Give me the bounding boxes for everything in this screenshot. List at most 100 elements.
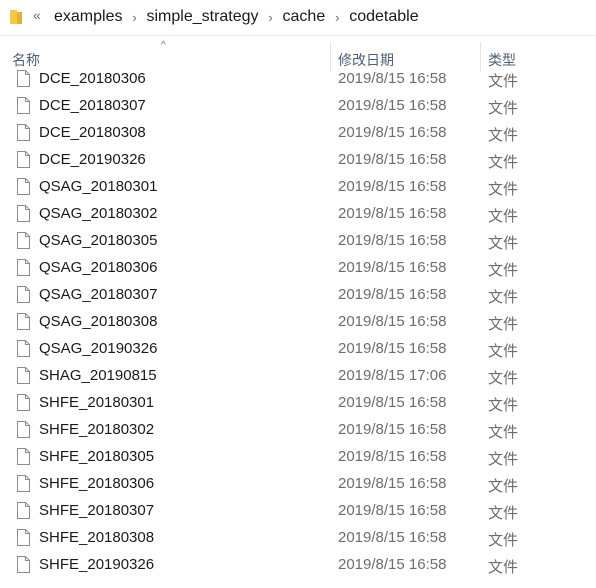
file-type: 文件	[488, 208, 519, 225]
list-item[interactable]: SHFE_20180302 2019/8/15 16:58 文件	[0, 417, 596, 444]
file-icon	[17, 286, 30, 303]
file-name: SHFE_20180308	[39, 529, 155, 546]
file-icon	[17, 340, 30, 357]
file-modified-date: 2019/8/15 16:58	[338, 259, 447, 276]
breadcrumb-item[interactable]: codetable	[347, 8, 420, 26]
list-item[interactable]: QSAG_20180305 2019/8/15 16:58 文件	[0, 228, 596, 255]
chevron-right-icon[interactable]: ›	[124, 10, 144, 25]
file-modified-date: 2019/8/15 16:58	[338, 313, 447, 330]
file-name: DCE_20180308	[39, 124, 146, 141]
file-name: DCE_20190326	[39, 151, 146, 168]
file-modified-date: 2019/8/15 16:58	[338, 97, 447, 114]
file-modified-date: 2019/8/15 16:58	[338, 475, 447, 492]
file-type: 文件	[488, 424, 519, 441]
list-item[interactable]: QSAG_20190326 2019/8/15 16:58 文件	[0, 336, 596, 363]
chevron-right-icon[interactable]: ›	[327, 10, 347, 25]
file-icon	[17, 205, 30, 222]
file-name: QSAG_20180302	[39, 205, 158, 222]
file-icon	[17, 259, 30, 276]
list-item[interactable]: DCE_20180308 2019/8/15 16:58 文件	[0, 120, 596, 147]
chevron-right-icon[interactable]: ›	[261, 10, 281, 25]
file-type: 文件	[488, 370, 519, 387]
file-name: SHAG_20190815	[39, 367, 157, 384]
breadcrumb-overflow-icon[interactable]: «	[33, 7, 41, 23]
list-item[interactable]: QSAG_20180301 2019/8/15 16:58 文件	[0, 174, 596, 201]
file-type: 文件	[488, 181, 519, 198]
list-item[interactable]: SHFE_20180306 2019/8/15 16:58 文件	[0, 471, 596, 498]
file-type: 文件	[488, 235, 519, 252]
list-item[interactable]: QSAG_20180302 2019/8/15 16:58 文件	[0, 201, 596, 228]
file-modified-date: 2019/8/15 16:58	[338, 394, 447, 411]
file-modified-date: 2019/8/15 16:58	[338, 124, 447, 141]
list-item[interactable]: QSAG_20180306 2019/8/15 16:58 文件	[0, 255, 596, 282]
file-modified-date: 2019/8/15 16:58	[338, 529, 447, 546]
breadcrumb-item[interactable]: examples	[52, 8, 124, 26]
file-modified-date: 2019/8/15 16:58	[338, 340, 447, 357]
file-type: 文件	[488, 127, 519, 144]
file-modified-date: 2019/8/15 16:58	[338, 421, 447, 438]
file-type: 文件	[488, 100, 519, 117]
file-icon	[17, 313, 30, 330]
file-name: SHFE_20180307	[39, 502, 155, 519]
file-name: SHFE_20180305	[39, 448, 155, 465]
file-name: QSAG_20180308	[39, 313, 158, 330]
file-modified-date: 2019/8/15 16:58	[338, 502, 447, 519]
file-name: SHFE_20190326	[39, 556, 155, 573]
file-name: DCE_20180307	[39, 97, 146, 114]
folder-icon	[10, 10, 22, 24]
file-name: SHFE_20180306	[39, 475, 155, 492]
file-type: 文件	[488, 154, 519, 171]
file-type: 文件	[488, 532, 519, 549]
file-name: QSAG_20180306	[39, 259, 158, 276]
list-item[interactable]: QSAG_20180307 2019/8/15 16:58 文件	[0, 282, 596, 309]
file-icon	[17, 529, 30, 546]
file-modified-date: 2019/8/15 16:58	[338, 556, 447, 573]
file-modified-date: 2019/8/15 16:58	[338, 448, 447, 465]
list-item[interactable]: SHFE_20180307 2019/8/15 16:58 文件	[0, 498, 596, 525]
file-type: 文件	[488, 451, 519, 468]
list-item[interactable]: DCE_20180307 2019/8/15 16:58 文件	[0, 93, 596, 120]
list-item[interactable]: DCE_20180306 2019/8/15 16:58 文件	[0, 66, 596, 93]
address-bar[interactable]: « examples › simple_strategy › cache › c…	[0, 0, 596, 36]
file-icon	[17, 448, 30, 465]
file-modified-date: 2019/8/15 16:58	[338, 178, 447, 195]
list-item[interactable]: SHAG_20190815 2019/8/15 17:06 文件	[0, 363, 596, 390]
file-name: QSAG_20190326	[39, 340, 158, 357]
file-icon	[17, 502, 30, 519]
file-name: SHFE_20180301	[39, 394, 155, 411]
file-icon	[17, 367, 30, 384]
file-name: QSAG_20180307	[39, 286, 158, 303]
file-type: 文件	[488, 73, 519, 90]
file-icon	[17, 475, 30, 492]
list-item[interactable]: SHFE_20180308 2019/8/15 16:58 文件	[0, 525, 596, 552]
list-item[interactable]: SHFE_20190326 2019/8/15 16:58 文件	[0, 552, 596, 579]
breadcrumb-item[interactable]: simple_strategy	[144, 8, 260, 26]
file-icon	[17, 178, 30, 195]
file-modified-date: 2019/8/15 16:58	[338, 205, 447, 222]
file-type: 文件	[488, 559, 519, 576]
file-type: 文件	[488, 343, 519, 360]
breadcrumb: examples › simple_strategy › cache › cod…	[52, 8, 421, 26]
file-type: 文件	[488, 505, 519, 522]
sort-ascending-icon: ^	[161, 40, 166, 51]
list-item[interactable]: SHFE_20180305 2019/8/15 16:58 文件	[0, 444, 596, 471]
file-modified-date: 2019/8/15 16:58	[338, 151, 447, 168]
file-type: 文件	[488, 478, 519, 495]
file-icon	[17, 97, 30, 114]
list-item[interactable]: SHFE_20180301 2019/8/15 16:58 文件	[0, 390, 596, 417]
file-type: 文件	[488, 316, 519, 333]
file-modified-date: 2019/8/15 16:58	[338, 232, 447, 249]
file-icon	[17, 232, 30, 249]
file-icon	[17, 394, 30, 411]
file-name: QSAG_20180301	[39, 178, 158, 195]
file-name: SHFE_20180302	[39, 421, 155, 438]
file-icon	[17, 151, 30, 168]
file-name: DCE_20180306	[39, 70, 146, 87]
breadcrumb-item[interactable]: cache	[281, 8, 328, 26]
list-item[interactable]: DCE_20190326 2019/8/15 16:58 文件	[0, 147, 596, 174]
file-icon	[17, 70, 30, 87]
file-name: QSAG_20180305	[39, 232, 158, 249]
list-item[interactable]: QSAG_20180308 2019/8/15 16:58 文件	[0, 309, 596, 336]
file-modified-date: 2019/8/15 16:58	[338, 70, 447, 87]
file-modified-date: 2019/8/15 16:58	[338, 286, 447, 303]
